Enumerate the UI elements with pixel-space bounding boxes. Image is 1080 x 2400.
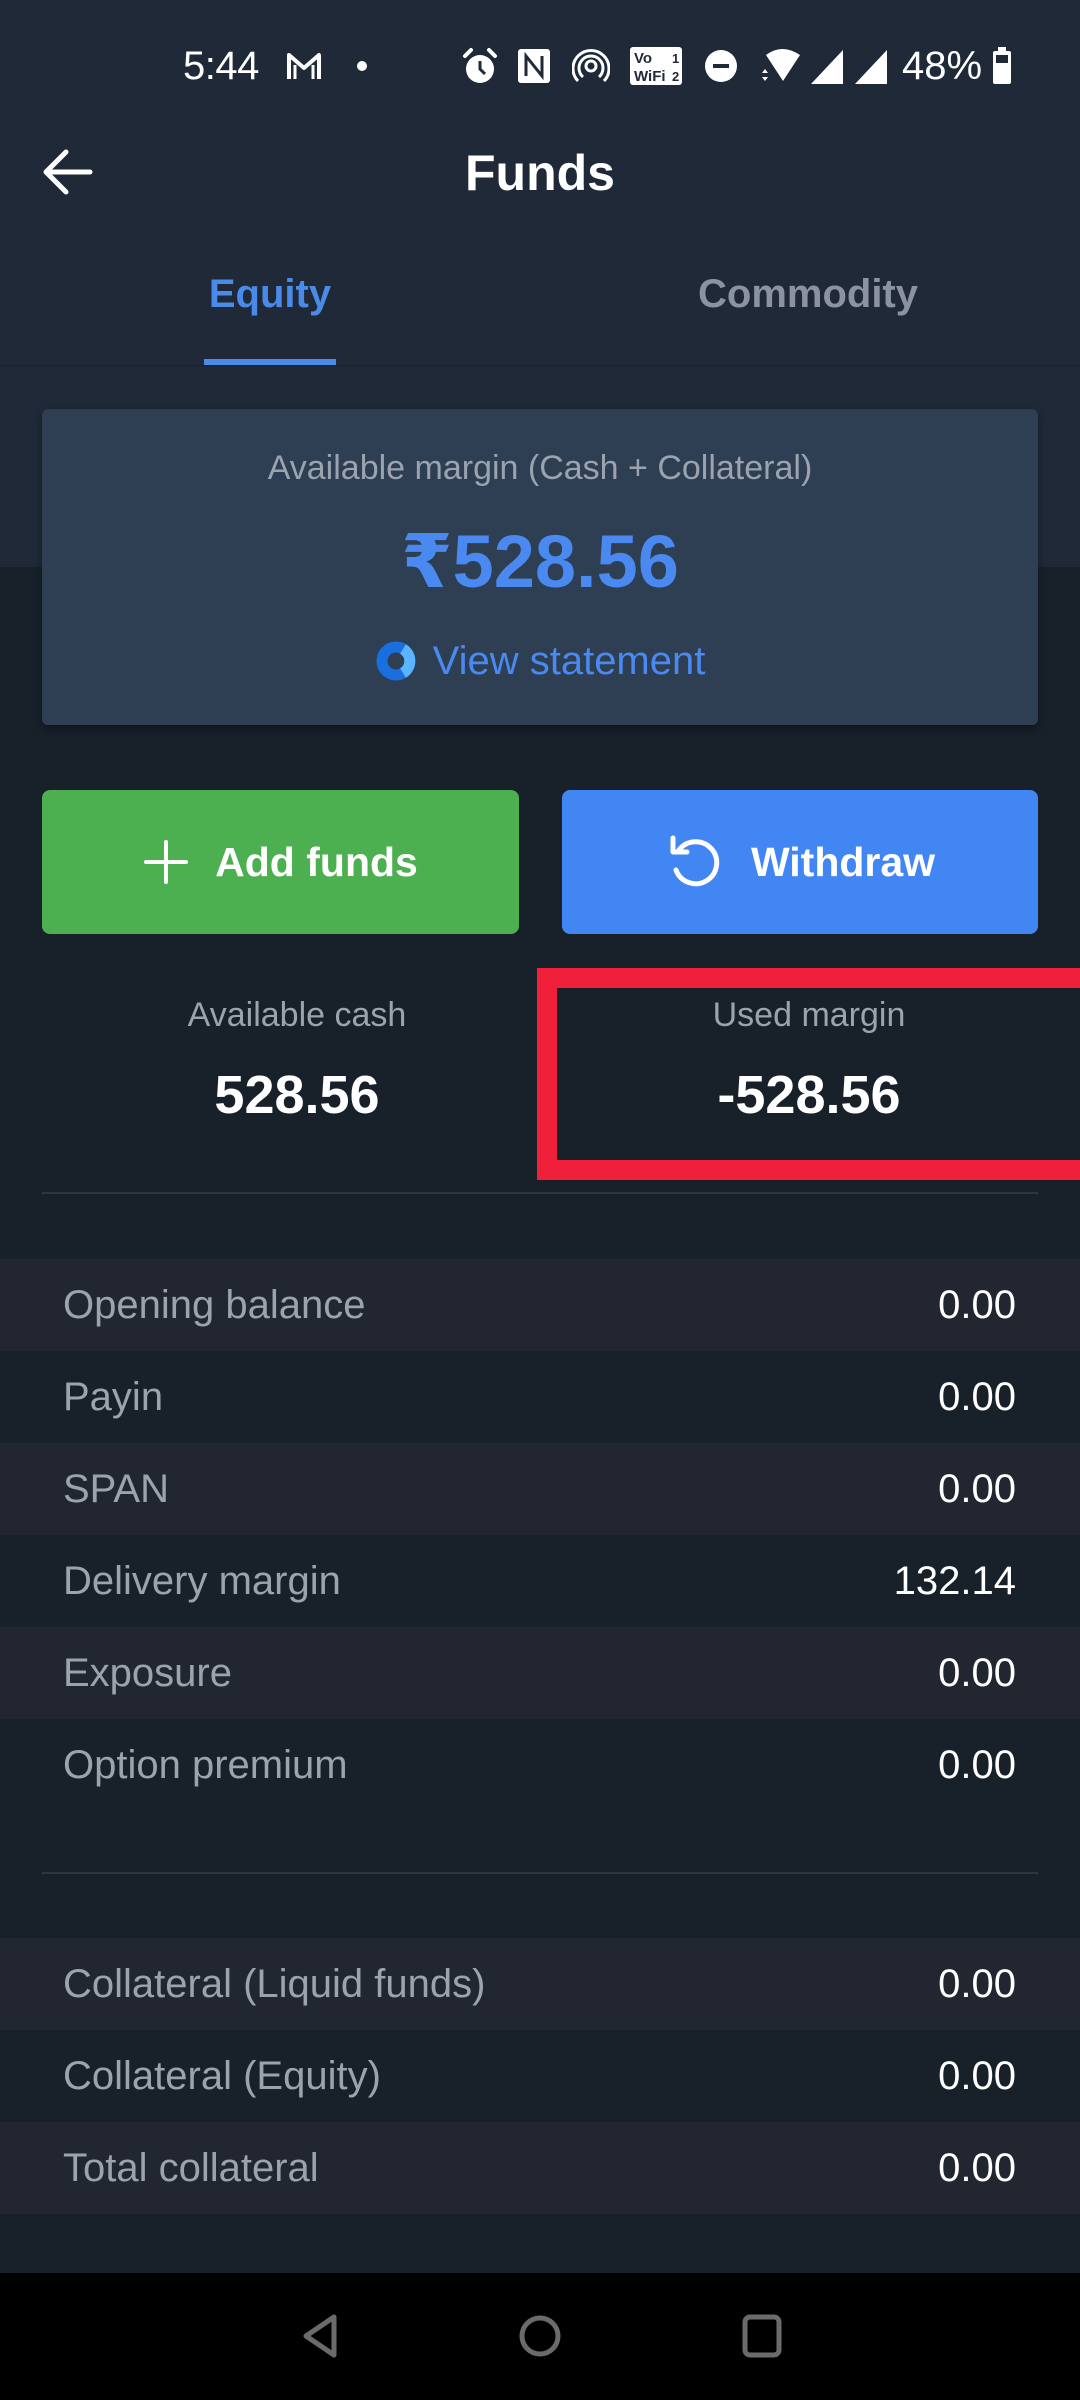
row-label: SPAN [63,1466,169,1511]
breakdown-row-delivery-margin: Delivery margin 132.14 [0,1535,1080,1627]
collateral-row-equity: Collateral (Equity) 0.00 [0,2030,1080,2122]
notification-dot-icon [352,48,372,84]
row-value: 0.00 [938,2145,1016,2190]
plus-icon [144,840,189,884]
dnd-icon [702,48,740,84]
row-value: 0.00 [938,2053,1016,2098]
collateral-row-total: Total collateral 0.00 [0,2122,1080,2214]
nav-back-button[interactable] [290,2306,350,2366]
available-cash-label: Available cash [187,996,407,1034]
signal-2-icon [852,48,890,84]
row-value: 0.00 [938,1374,1016,1419]
row-value: 0.00 [938,1282,1016,1327]
used-margin-highlight-annotation [537,968,1080,1180]
gmail-icon [282,48,326,84]
section-divider [42,1872,1038,1874]
section-divider [42,1192,1038,1194]
nav-back-icon [303,2314,337,2358]
wifi-icon [758,48,804,84]
row-value: 0.00 [938,1742,1016,1787]
view-statement-link[interactable]: View statement [42,631,1038,691]
hotspot-icon [570,48,612,84]
battery-icon [990,47,1014,84]
battery-percent: 48% [902,44,983,88]
row-value: 0.00 [938,1466,1016,1511]
row-label: Total collateral [63,2145,319,2190]
add-funds-label: Add funds [215,838,418,885]
row-label: Opening balance [63,1282,366,1327]
tab-bar-divider [0,365,1080,367]
vowifi-icon: Vo WiFi 1 2 [630,47,682,85]
breakdown-row-opening-balance: Opening balance 0.00 [0,1259,1080,1351]
active-tab-indicator [204,359,336,365]
tab-equity[interactable]: Equity [170,272,370,332]
available-cash-value: 528.56 [214,1065,380,1125]
refresh-icon [670,835,720,887]
signal-1-icon [808,48,846,84]
nav-home-button[interactable] [510,2306,570,2366]
row-value: 0.00 [938,1650,1016,1695]
svg-text:2: 2 [672,69,679,84]
available-margin-card: Available margin (Cash + Collateral) ₹52… [42,409,1038,725]
row-value: 132.14 [893,1558,1016,1603]
row-label: Payin [63,1374,164,1419]
alarm-icon [458,48,502,84]
collateral-row-liquid-funds: Collateral (Liquid funds) 0.00 [0,1938,1080,2030]
breakdown-row-payin: Payin 0.00 [0,1351,1080,1443]
svg-text:WiFi: WiFi [634,68,666,85]
nav-recents-button[interactable] [732,2306,792,2366]
withdraw-label: Withdraw [750,838,936,885]
breakdown-row-span: SPAN 0.00 [0,1443,1080,1535]
available-margin-label: Available margin (Cash + Collateral) [267,449,813,487]
available-margin-amount: ₹528.56 [401,520,679,603]
page-title: Funds [465,145,615,201]
svg-text:Vo: Vo [634,50,652,67]
row-label: Collateral (Equity) [63,2053,381,2098]
row-label: Collateral (Liquid funds) [63,1961,486,2006]
svg-text:1: 1 [672,51,679,66]
row-label: Delivery margin [63,1558,341,1603]
console-logo-icon [376,641,416,681]
nfc-icon [514,48,554,84]
withdraw-button[interactable]: Withdraw [562,790,1038,934]
row-value: 0.00 [938,1961,1016,2006]
nav-home-icon [519,2315,561,2357]
status-time: 5:44 [183,44,259,88]
breakdown-row-exposure: Exposure 0.00 [0,1627,1080,1719]
tab-commodity[interactable]: Commodity [650,272,966,332]
breakdown-row-option-premium: Option premium 0.00 [0,1719,1080,1811]
nav-recents-icon [742,2314,782,2358]
row-label: Exposure [63,1650,232,1695]
view-statement-label: View statement [432,638,706,683]
row-label: Option premium [63,1742,348,1787]
add-funds-button[interactable]: Add funds [42,790,519,934]
